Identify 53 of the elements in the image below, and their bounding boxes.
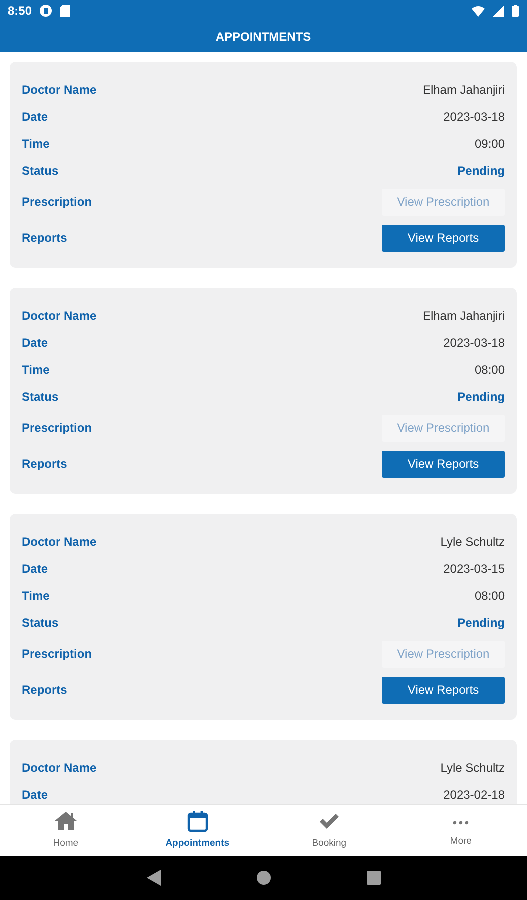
- field-label: Time: [22, 588, 50, 604]
- view-button[interactable]: View Reports: [382, 450, 505, 478]
- sd-card-icon: [60, 5, 70, 17]
- field-label: Status: [22, 162, 59, 180]
- field-label: Doctor Name: [22, 534, 97, 550]
- more-icon: [453, 821, 470, 826]
- back-icon[interactable]: [146, 870, 160, 886]
- field-label: Status: [22, 614, 59, 632]
- field-label: Time: [22, 136, 50, 152]
- status-value: Pending: [458, 388, 505, 406]
- field-value: 08:00: [474, 362, 505, 378]
- field-label: Date: [22, 560, 48, 578]
- status-value: Pending: [458, 162, 505, 180]
- tab-item[interactable]: More: [395, 805, 527, 856]
- field-label: Doctor Name: [22, 82, 97, 98]
- recents-icon[interactable]: [366, 871, 380, 885]
- field-label: Status: [22, 388, 59, 406]
- field-value: 2023-03-15: [444, 560, 505, 578]
- wifi-icon: [472, 6, 485, 16]
- calendar-icon: [186, 810, 210, 834]
- field-label: Date: [22, 334, 48, 352]
- view-button[interactable]: View Reports: [382, 676, 505, 704]
- field-label: Reports: [22, 456, 68, 473]
- field-label: Date: [22, 108, 48, 126]
- field-value: 08:00: [474, 588, 505, 604]
- field-value: 09:00: [474, 136, 505, 152]
- field-value: 2023-02-18: [444, 786, 505, 804]
- view-button[interactable]: View Reports: [382, 224, 505, 252]
- field-value: Lyle Schultz: [440, 534, 505, 550]
- app-notification-icon: [40, 5, 52, 17]
- field-label: Doctor Name: [22, 308, 97, 324]
- field-value: 2023-03-18: [444, 334, 505, 352]
- status-value: Pending: [458, 614, 505, 632]
- field-value: Elham Jahanjiri: [422, 82, 505, 98]
- field-label: Reports: [22, 230, 68, 247]
- field-label: Reports: [22, 682, 68, 699]
- field-label: Prescription: [22, 420, 92, 437]
- field-value: Elham Jahanjiri: [422, 308, 505, 324]
- clock: 8:50: [8, 3, 32, 20]
- field-value: 2023-03-18: [444, 108, 505, 126]
- field-label: Date: [22, 786, 48, 804]
- home-button-icon[interactable]: [256, 871, 270, 885]
- screen-title: APPOINTMENTS: [216, 29, 312, 46]
- field-label: Time: [22, 362, 50, 378]
- battery-icon: [512, 5, 519, 17]
- signal-icon: [493, 6, 504, 16]
- field-label: Prescription: [22, 646, 92, 663]
- tab-item[interactable]: Home: [0, 805, 132, 856]
- tab-item[interactable]: Appointments: [132, 805, 264, 856]
- field-value: Lyle Schultz: [440, 760, 505, 776]
- tab-item[interactable]: Booking: [264, 805, 396, 856]
- field-label: Doctor Name: [22, 760, 97, 776]
- field-label: Prescription: [22, 194, 92, 211]
